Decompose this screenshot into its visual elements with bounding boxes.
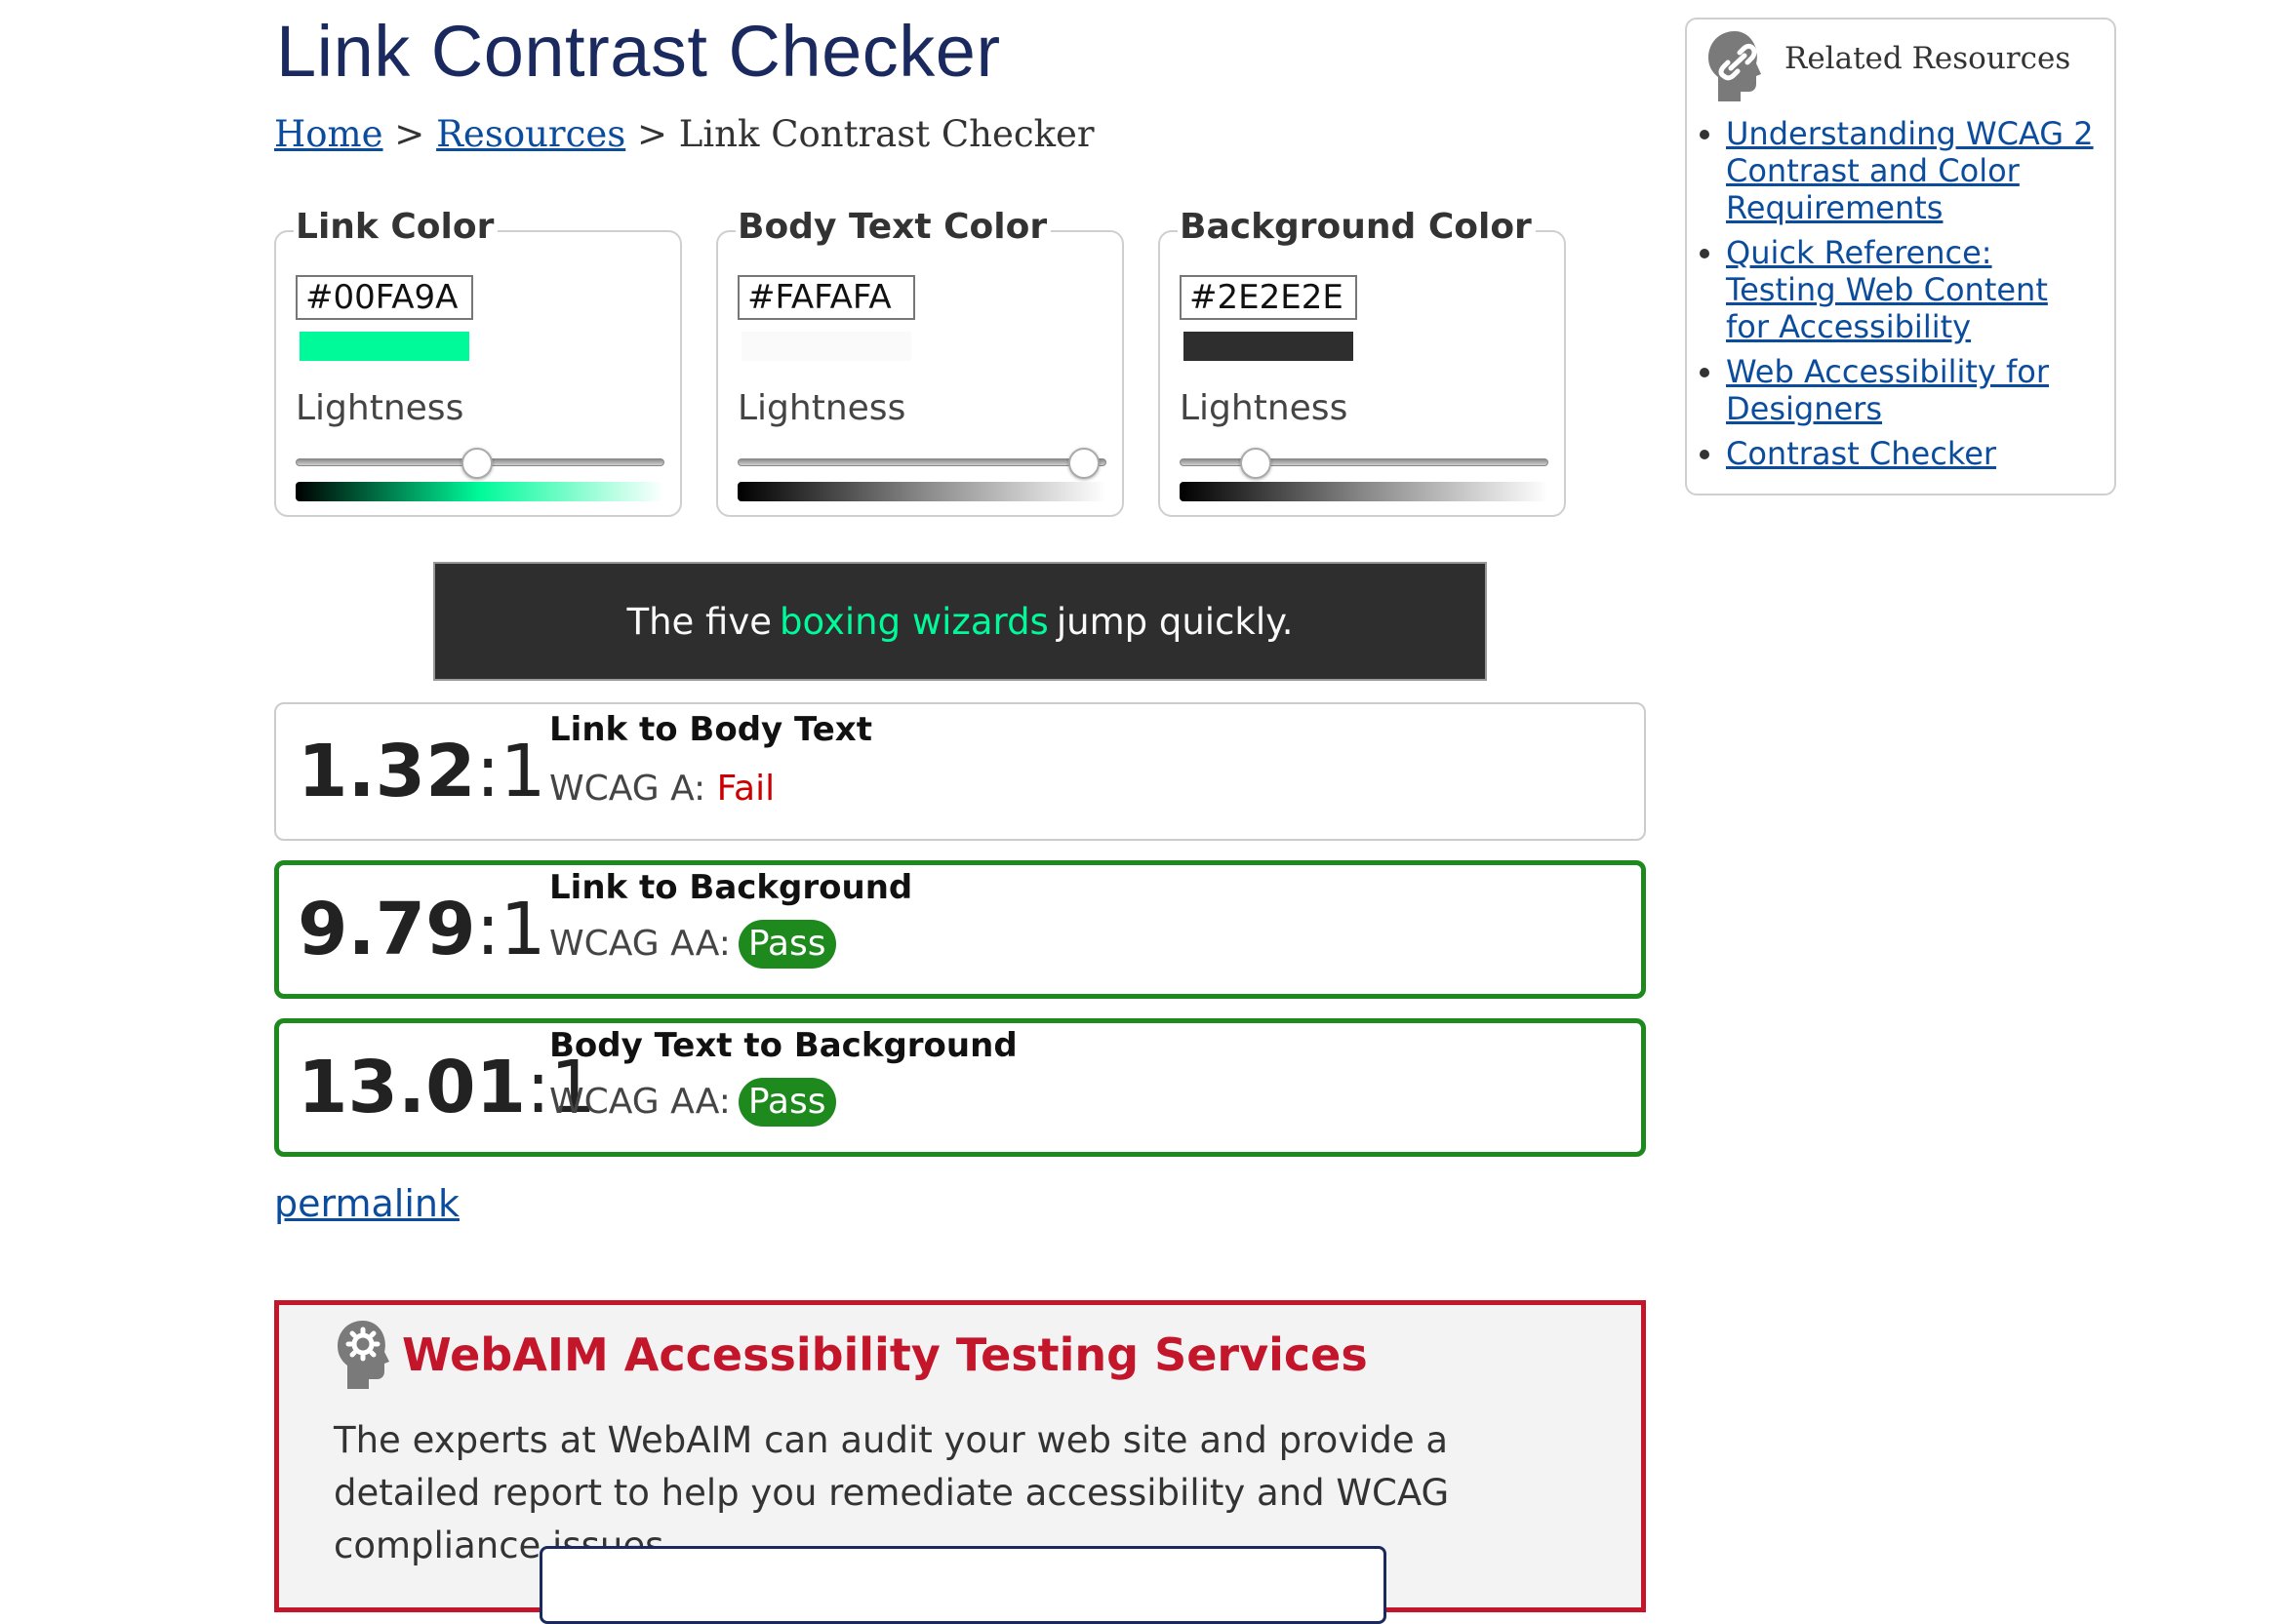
link-head-icon [1708, 31, 1761, 101]
pass-badge: Pass [738, 1078, 836, 1127]
fail-status: Fail [716, 769, 776, 809]
background-lightness-gradient [1180, 482, 1548, 501]
body-text-color-fieldset: Body Text Color Lightness [716, 207, 1124, 517]
resource-link-designers[interactable]: Web Accessibility for Designers [1726, 353, 2049, 427]
background-lightness-slider-thumb[interactable] [1240, 448, 1272, 479]
lightness-label: Lightness [738, 388, 906, 428]
breadcrumb-resources-link[interactable]: Resources [436, 113, 625, 155]
list-item: Understanding WCAG 2 Contrast and Color … [1726, 115, 2097, 226]
lightness-label: Lightness [296, 388, 464, 428]
body-text-color-input[interactable] [738, 275, 915, 320]
result-title: Body Text to Background [549, 1026, 1018, 1065]
body-text-lightness-slider-track[interactable] [738, 458, 1106, 466]
services-request-button[interactable] [540, 1546, 1386, 1624]
wcag-level-label: WCAG AA: [549, 924, 731, 964]
result-body-to-background: 13.01:1 Body Text to Background WCAG AA:… [274, 1018, 1646, 1157]
related-resources-panel: Related Resources Understanding WCAG 2 C… [1685, 18, 2116, 495]
body-text-lightness-gradient [738, 482, 1106, 501]
background-color-swatch [1183, 332, 1353, 361]
result-title: Link to Body Text [549, 710, 872, 749]
result-link-to-body: 1.32:1 Link to Body Text WCAG A: Fail [274, 702, 1646, 841]
breadcrumb-home-link[interactable]: Home [274, 113, 383, 155]
link-lightness-gradient [296, 482, 664, 501]
lightness-label: Lightness [1180, 388, 1348, 428]
permalink-link[interactable]: permalink [274, 1182, 460, 1225]
resource-link-quick-reference[interactable]: Quick Reference: Testing Web Content for… [1726, 234, 2048, 345]
resource-link-understanding-wcag[interactable]: Understanding WCAG 2 Contrast and Color … [1726, 115, 2094, 226]
result-title: Link to Background [549, 868, 913, 907]
wcag-level-label: WCAG AA: [549, 1082, 731, 1122]
resource-link-contrast-checker[interactable]: Contrast Checker [1726, 435, 1996, 472]
body-text-color-legend: Body Text Color [736, 207, 1052, 247]
background-lightness-slider-track[interactable] [1180, 458, 1548, 466]
breadcrumb-current: Link Contrast Checker [678, 113, 1095, 155]
link-color-input[interactable] [296, 275, 473, 320]
page-title: Link Contrast Checker [276, 11, 1001, 92]
wcag-result-line: WCAG A: Fail [549, 769, 775, 809]
services-title: WebAIM Accessibility Testing Services [402, 1328, 1368, 1381]
result-link-to-background: 9.79:1 Link to Background WCAG AA: Pass [274, 860, 1646, 999]
body-text-color-swatch [742, 332, 911, 361]
sample-text-before: The five [626, 600, 773, 643]
background-color-fieldset: Background Color Lightness [1158, 207, 1566, 517]
list-item: Quick Reference: Testing Web Content for… [1726, 234, 2097, 345]
link-color-swatch [300, 332, 469, 361]
related-resources-list: Understanding WCAG 2 Contrast and Color … [1687, 115, 2097, 480]
wcag-result-line: WCAG AA: Pass [549, 920, 836, 969]
link-color-fieldset: Link Color Lightness [274, 207, 682, 517]
background-color-input[interactable] [1180, 275, 1357, 320]
background-color-legend: Background Color [1178, 207, 1536, 247]
contrast-ratio: 9.79:1 [298, 888, 546, 971]
pass-badge: Pass [738, 920, 836, 969]
list-item: Web Accessibility for Designers [1726, 353, 2097, 427]
wcag-level-label: WCAG A: [549, 769, 706, 809]
gear-head-icon [338, 1321, 389, 1389]
breadcrumb: Home > Resources > Link Contrast Checker [274, 113, 1095, 155]
link-color-legend: Link Color [294, 207, 499, 247]
testing-services-banner: WebAIM Accessibility Testing Services Th… [274, 1300, 1646, 1624]
breadcrumb-separator: > [637, 113, 668, 155]
breadcrumb-separator: > [394, 113, 425, 155]
link-lightness-slider-thumb[interactable] [461, 448, 493, 479]
wcag-result-line: WCAG AA: Pass [549, 1078, 836, 1127]
sample-text-after: jump quickly. [1056, 600, 1294, 643]
sample-preview: The five boxing wizards jump quickly. [433, 562, 1487, 681]
contrast-ratio: 1.32:1 [298, 730, 546, 813]
related-resources-title: Related Resources [1784, 41, 2071, 76]
sample-link-text: boxing wizards [780, 600, 1049, 643]
body-text-lightness-slider-thumb[interactable] [1068, 448, 1101, 479]
list-item: Contrast Checker [1726, 435, 2097, 472]
